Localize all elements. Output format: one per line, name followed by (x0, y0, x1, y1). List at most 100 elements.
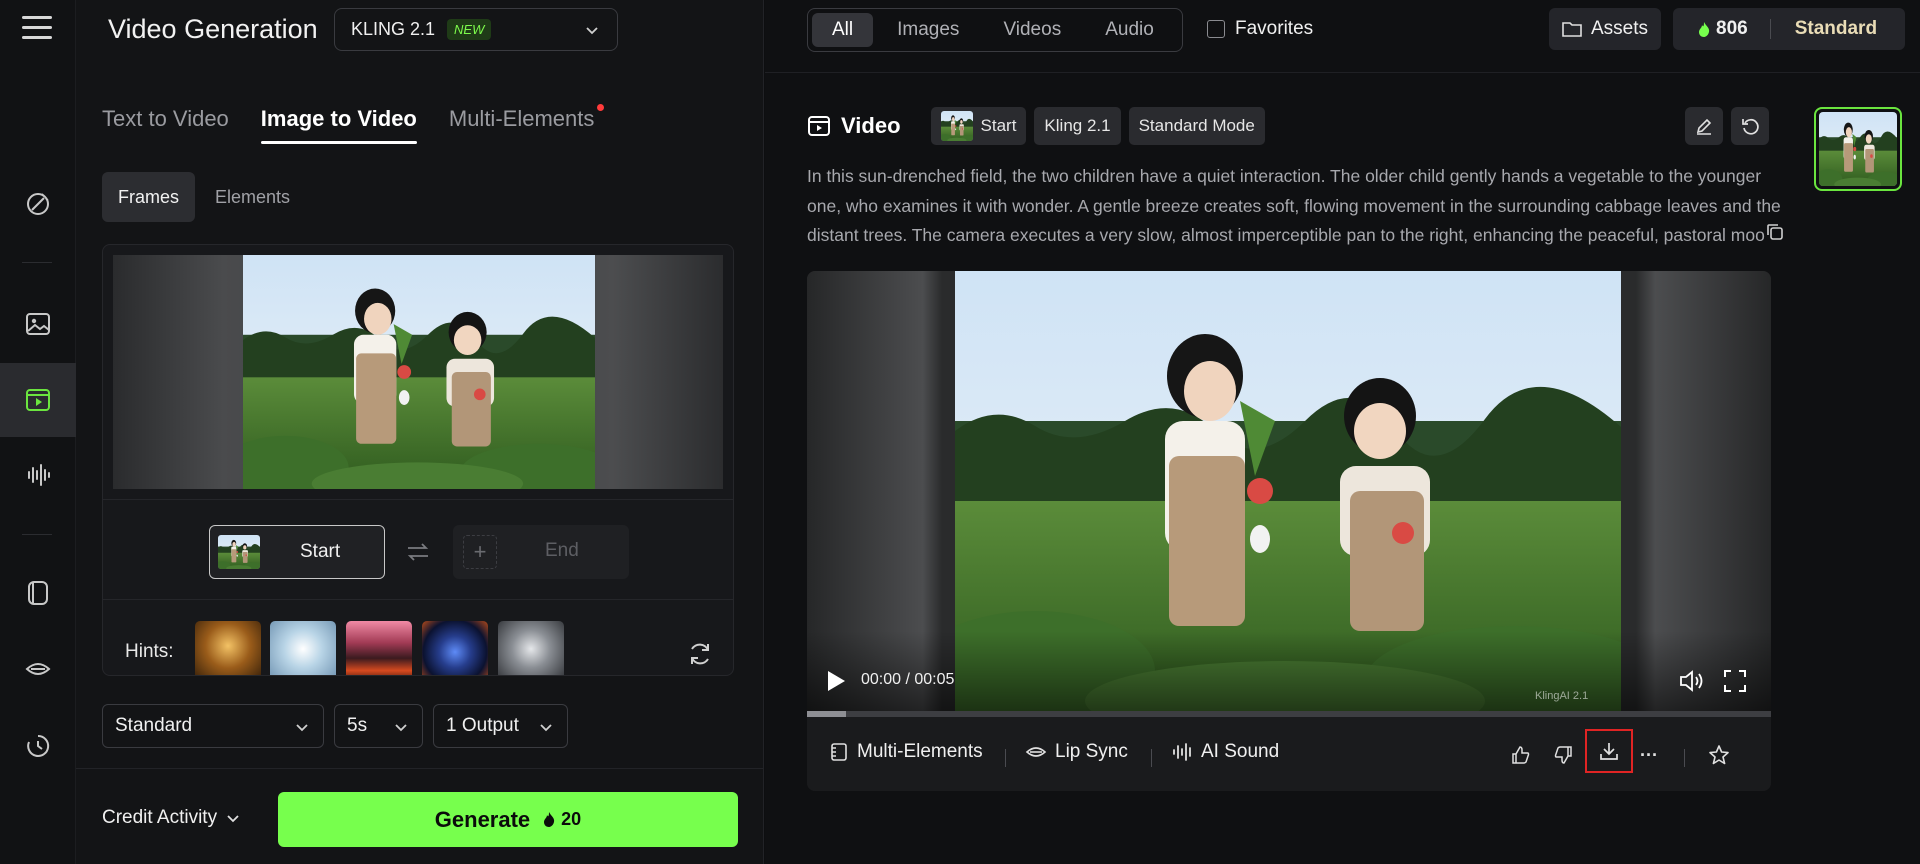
notification-dot (597, 104, 605, 111)
credit-value: 806 (1716, 18, 1748, 39)
tab-multi-elements[interactable]: Multi-Elements (448, 100, 605, 150)
tab-text-to-video[interactable]: Text to Video (102, 100, 229, 150)
tab-image-to-video[interactable]: Image to Video (260, 100, 417, 150)
mode-chip: Standard Mode (1128, 107, 1265, 145)
start-label: Start (300, 541, 341, 562)
hint-thumbnail[interactable] (346, 621, 412, 675)
tab-label: Text to Video (102, 106, 229, 131)
copy-icon[interactable] (1765, 222, 1785, 242)
account-credits[interactable]: 806 Standard (1673, 8, 1905, 50)
hint-thumbnail[interactable] (195, 621, 261, 675)
result-thumbnail-image (1819, 112, 1897, 186)
edit-button[interactable] (1685, 107, 1723, 145)
model-selector[interactable]: KLING 2.1 NEW (334, 8, 618, 51)
generate-button[interactable]: Generate 20 (278, 792, 738, 847)
image-icon[interactable] (0, 287, 76, 361)
favorites-label: Favorites (1235, 18, 1314, 39)
more-options-button[interactable]: ··· (1633, 739, 1665, 771)
star-icon (1709, 745, 1729, 765)
divider (1769, 19, 1771, 39)
magic-pen-icon[interactable] (0, 167, 76, 241)
lip-sync-icon[interactable] (0, 632, 76, 706)
end-frame-button[interactable]: + End (453, 525, 629, 579)
favorites-checkbox[interactable] (1207, 20, 1225, 38)
tab-elements[interactable]: Elements (199, 172, 306, 222)
credit-count: 806 (1697, 18, 1748, 40)
folder-icon (1562, 22, 1582, 37)
filter-all[interactable]: All (812, 13, 874, 47)
credit-activity-label: Credit Activity (102, 807, 218, 828)
like-button[interactable] (1505, 739, 1537, 771)
hint-thumbnail[interactable] (270, 621, 336, 675)
filter-audio[interactable]: Audio (1085, 13, 1174, 47)
video-actions: Multi-Elements Lip Sync AI Sound ··· (807, 717, 1771, 791)
filter-images[interactable]: Images (877, 13, 979, 47)
mode-tabs: Text to Video Image to Video Multi-Eleme… (102, 100, 605, 150)
nav-rail (0, 0, 76, 864)
multi-elements-icon (831, 743, 847, 761)
start-thumbnail (940, 111, 973, 141)
ai-sound-icon (1173, 743, 1191, 761)
model-chip: Kling 2.1 (1034, 107, 1121, 145)
mode-select[interactable]: Standard (102, 704, 324, 748)
result-title-text: Video (841, 113, 901, 138)
regenerate-button[interactable] (1731, 107, 1769, 145)
volume-icon[interactable] (1677, 667, 1705, 695)
lip-sync-icon (1025, 747, 1047, 757)
history-icon[interactable] (0, 709, 76, 783)
page-title: Video Generation (108, 14, 318, 44)
asset-filter: All Images Videos Audio (807, 8, 1183, 52)
audio-icon[interactable] (0, 438, 76, 512)
start-frame-image (243, 255, 595, 489)
mode-value: Standard (115, 715, 193, 736)
duration-select[interactable]: 5s (334, 704, 423, 748)
add-icon: + (463, 535, 497, 569)
play-icon[interactable] (825, 669, 847, 693)
assets-button[interactable]: Assets (1549, 8, 1661, 50)
start-thumbnail (218, 535, 260, 569)
assets-label: Assets (1590, 18, 1649, 39)
generate-label: Generate (434, 806, 531, 832)
hint-thumbnail[interactable] (422, 621, 488, 675)
new-badge: NEW (447, 19, 492, 40)
divider (1005, 749, 1006, 767)
video-icon (808, 116, 830, 136)
menu-icon[interactable] (22, 16, 52, 42)
lip-sync-button[interactable]: Lip Sync (1025, 741, 1128, 763)
lip-sync-label: Lip Sync (1055, 741, 1128, 762)
credit-activity-button[interactable]: Credit Activity (102, 807, 241, 829)
time-display: 00:00 / 00:05 (861, 671, 955, 688)
ai-sound-label: AI Sound (1201, 741, 1280, 762)
fullscreen-icon[interactable] (1721, 667, 1749, 695)
frames-card: Start + End Hints: (102, 244, 734, 676)
dislike-button[interactable] (1547, 739, 1579, 771)
favorites-toggle[interactable]: Favorites (1207, 18, 1313, 40)
video-icon[interactable] (0, 363, 76, 437)
multi-elements-button[interactable]: Multi-Elements (829, 741, 983, 763)
divider (765, 72, 1920, 73)
refresh-icon[interactable] (687, 641, 713, 667)
download-button[interactable] (1585, 729, 1633, 773)
video-area[interactable]: 00:00 / 00:05 KlingAI 2.1 (807, 271, 1771, 711)
tab-frames[interactable]: Frames (102, 172, 196, 222)
tab-label: Multi-Elements (448, 106, 595, 131)
chevron-down-icon (395, 724, 407, 732)
hint-thumbnail[interactable] (498, 621, 564, 675)
swap-icon[interactable] (405, 539, 431, 565)
download-icon (1600, 743, 1618, 760)
ai-sound-button[interactable]: AI Sound (1171, 741, 1279, 763)
output-count-select[interactable]: 1 Output (433, 704, 568, 748)
duration-value: 5s (347, 715, 368, 736)
frame-preview[interactable] (113, 255, 723, 489)
start-frame-button[interactable]: Start (209, 525, 385, 579)
chip-label: Start (980, 116, 1017, 135)
divider (1684, 749, 1685, 767)
thumbs-down-icon (1554, 746, 1572, 764)
result-header: Video Start Kling 2.1 Standard Mode (807, 107, 1265, 145)
result-thumbnail[interactable] (1814, 107, 1902, 191)
filter-videos[interactable]: Videos (983, 13, 1081, 47)
results-area: All Images Videos Audio Favorites Assets… (765, 0, 1920, 864)
favorite-button[interactable] (1703, 739, 1735, 771)
multi-elements-label: Multi-Elements (857, 741, 983, 762)
elements-icon[interactable] (0, 556, 76, 630)
